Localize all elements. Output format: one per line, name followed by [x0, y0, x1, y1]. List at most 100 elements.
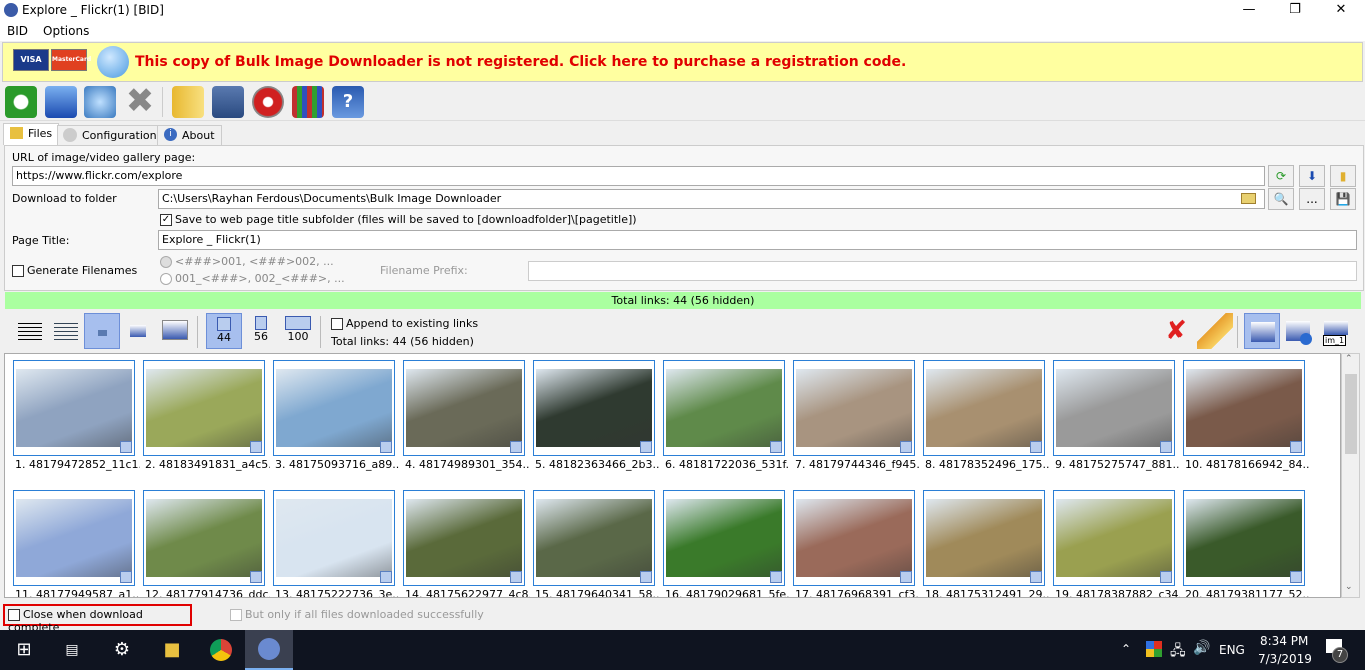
notification-count: 7: [1332, 647, 1348, 663]
grid-view-icon[interactable]: [292, 86, 324, 118]
radio-format-2[interactable]: 001_<###>, 002_<###>, ...: [160, 272, 345, 285]
filter-all-button[interactable]: 100: [280, 313, 316, 349]
thumbnail-image[interactable]: [143, 490, 265, 586]
radio-format-1[interactable]: <###>001, <###>002, ...: [160, 255, 334, 268]
large-thumbs-icon[interactable]: [158, 313, 194, 349]
all-count: 100: [287, 330, 309, 343]
clock-date[interactable]: 7/3/2019: [1258, 652, 1312, 666]
tab-files[interactable]: Files: [3, 123, 60, 145]
remove-links-icon[interactable]: ✘: [1158, 313, 1194, 349]
app-tray-icon[interactable]: [1146, 641, 1162, 657]
detail-view-icon[interactable]: [48, 313, 84, 349]
thumbnail-image[interactable]: [793, 490, 915, 586]
save-icon[interactable]: [212, 86, 244, 118]
refresh-icon[interactable]: [5, 86, 37, 118]
clock-time[interactable]: 8:34 PM: [1260, 634, 1308, 648]
vertical-scrollbar[interactable]: ⌃ ⌄: [1341, 353, 1360, 598]
thumbnail-image[interactable]: [793, 360, 915, 456]
subfolder-checkbox[interactable]: ✓ Save to web page title subfolder (files…: [160, 213, 637, 226]
generate-filenames-checkbox[interactable]: Generate Filenames: [12, 264, 137, 277]
bulk-image-downloader-taskbar-icon[interactable]: [245, 630, 293, 670]
mastercard-icon: MasterCard: [51, 49, 91, 71]
folder-input[interactable]: C:\Users\Rayhan Ferdous\Documents\Bulk I…: [158, 189, 1265, 209]
show-hidden-icons[interactable]: ⌃: [1121, 642, 1131, 656]
medium-thumbs-icon[interactable]: [120, 313, 156, 349]
settings-gear-icon[interactable]: [252, 86, 284, 118]
registration-message[interactable]: This copy of Bulk Image Downloader is no…: [135, 54, 906, 70]
photo: [1056, 369, 1172, 447]
link-overlay-icon: [640, 441, 652, 453]
minimize-button[interactable]: —: [1226, 0, 1272, 22]
only-if-success-label: But only if all files downloaded success…: [245, 608, 484, 621]
thumbnail-image[interactable]: [663, 360, 785, 456]
scroll-up-icon[interactable]: ⌃: [1345, 354, 1353, 364]
thumbnail-image[interactable]: [273, 360, 395, 456]
tab-configuration[interactable]: Configuration: [57, 125, 164, 145]
thumbnail-image[interactable]: [1053, 490, 1175, 586]
save-folder-button[interactable]: 💾: [1330, 188, 1356, 210]
filter-linked-button[interactable]: 44: [206, 313, 242, 349]
small-thumbs-icon[interactable]: [84, 313, 120, 349]
volume-icon[interactable]: 🔊: [1193, 640, 1210, 656]
search-folder-button[interactable]: 🔍: [1268, 188, 1294, 210]
thumbnail-image[interactable]: [143, 360, 265, 456]
thumbnail-image[interactable]: [403, 360, 525, 456]
url-folder-button[interactable]: ▮: [1330, 165, 1356, 187]
list-view-icon[interactable]: [12, 313, 48, 349]
thumbnail-image[interactable]: [13, 360, 135, 456]
thumbnail-image[interactable]: [13, 490, 135, 586]
only-if-success-checkbox[interactable]: But only if all files downloaded success…: [230, 608, 484, 621]
thumbnail-image[interactable]: [1183, 360, 1305, 456]
app-icon: [4, 3, 18, 17]
maximize-button[interactable]: ❐: [1272, 0, 1318, 22]
help-book-icon[interactable]: ?: [332, 86, 364, 118]
thumbnail-image[interactable]: [1183, 490, 1305, 586]
play-queue-icon[interactable]: [1244, 313, 1280, 349]
scroll-down-icon[interactable]: ⌄: [1345, 582, 1353, 592]
thumbnail-image[interactable]: [533, 490, 655, 586]
thumbnail-image[interactable]: [533, 360, 655, 456]
thumbnail-image[interactable]: [403, 490, 525, 586]
scroll-thumb[interactable]: [1345, 374, 1357, 454]
file-explorer-icon[interactable]: ■: [148, 630, 196, 670]
append-links-checkbox[interactable]: Append to existing links: [331, 317, 478, 330]
photo: [1186, 369, 1302, 447]
help-query-icon[interactable]: [84, 86, 116, 118]
menu-bid[interactable]: BID: [7, 24, 28, 38]
thumbnail-image[interactable]: [923, 360, 1045, 456]
files-panel: URL of image/video gallery page: https:/…: [4, 145, 1364, 291]
thumbnail-image[interactable]: [273, 490, 395, 586]
link-overlay-icon: [1030, 441, 1042, 453]
prefix-label: Filename Prefix:: [380, 264, 468, 277]
download-icon[interactable]: [45, 86, 77, 118]
task-view-icon[interactable]: ▤: [48, 630, 96, 670]
prefix-input[interactable]: [528, 261, 1357, 281]
rename-button[interactable]: im_1: [1320, 313, 1356, 349]
stop-icon[interactable]: ✖: [124, 84, 156, 118]
folder-icon[interactable]: [172, 86, 204, 118]
browse-folder-icon[interactable]: [1241, 193, 1256, 204]
language-indicator[interactable]: ENG: [1219, 643, 1245, 657]
network-icon[interactable]: 🖧: [1170, 640, 1186, 664]
thumbnail-image[interactable]: [1053, 360, 1175, 456]
close-when-complete-checkbox[interactable]: Close when download complete: [3, 604, 192, 634]
tab-about[interactable]: i About: [157, 125, 222, 145]
menu-options[interactable]: Options: [43, 24, 89, 38]
windows-start-icon[interactable]: ⊞: [0, 630, 48, 670]
clear-broom-icon[interactable]: [1197, 313, 1233, 349]
url-download-button[interactable]: ⬇: [1299, 165, 1325, 187]
chrome-icon[interactable]: [197, 630, 245, 670]
registration-banner[interactable]: VISA MasterCard This copy of Bulk Image …: [2, 42, 1363, 82]
filter-embedded-button[interactable]: 56: [243, 313, 279, 349]
thumbnail-caption: 10. 48178166942_84...: [1185, 458, 1310, 471]
url-refresh-button[interactable]: ⟳: [1268, 165, 1294, 187]
close-button[interactable]: ✕: [1318, 0, 1364, 22]
thumbnail-image[interactable]: [923, 490, 1045, 586]
page-title-input[interactable]: Explore _ Flickr(1): [158, 230, 1357, 250]
settings-icon[interactable]: ⚙: [98, 630, 146, 670]
more-button[interactable]: ...: [1299, 188, 1325, 210]
menu-bar: BID Options: [0, 22, 1365, 41]
download-queue-icon[interactable]: [1282, 313, 1318, 349]
thumbnail-image[interactable]: [663, 490, 785, 586]
url-input[interactable]: https://www.flickr.com/explore: [12, 166, 1265, 186]
